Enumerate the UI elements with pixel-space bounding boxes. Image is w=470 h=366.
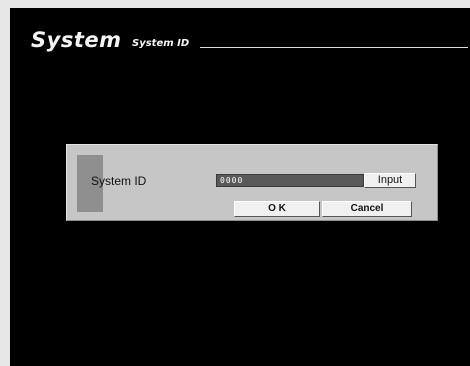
- input-button[interactable]: Input: [364, 173, 416, 188]
- header-divider: [200, 47, 468, 48]
- ok-button[interactable]: O K: [234, 201, 320, 217]
- page-subtitle: System ID: [132, 38, 190, 49]
- system-id-label: System ID: [91, 174, 147, 188]
- page-title: System: [31, 28, 122, 52]
- system-id-field[interactable]: 0000: [216, 174, 364, 187]
- system-id-dialog: System ID 0000 Input O K Cancel: [66, 144, 438, 221]
- cancel-button[interactable]: Cancel: [322, 201, 412, 217]
- osd-screen: System System ID System ID 0000 Input O …: [10, 8, 470, 366]
